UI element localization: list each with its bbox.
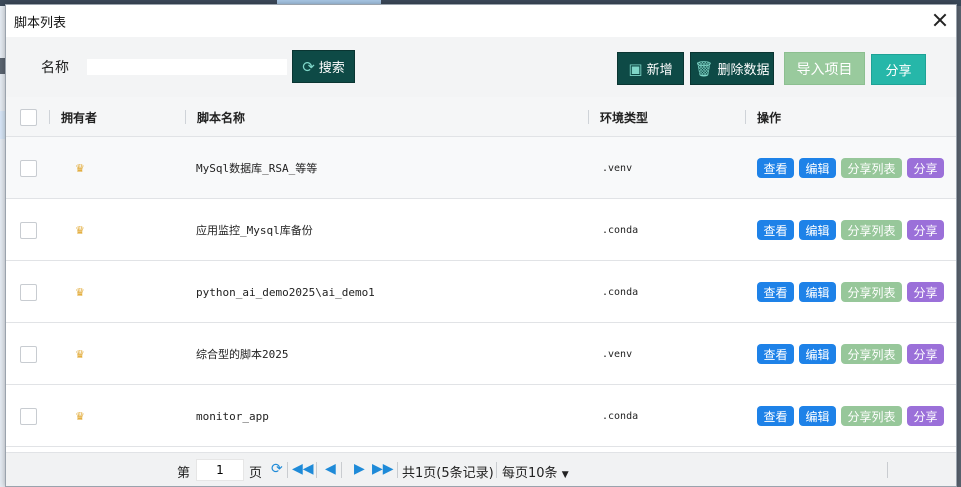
edit-button[interactable]: 编辑 (799, 282, 836, 302)
edit-button[interactable]: 编辑 (799, 344, 836, 364)
toolbar: 名称 ⟳ 搜索 ▣ 新增 🗑 删除数据 导入项目 分享 (6, 37, 956, 97)
view-button[interactable]: 查看 (757, 158, 794, 178)
owner-cell: ♛ (75, 199, 85, 261)
actions-cell: 查看 编辑 分享列表 分享 (757, 261, 944, 323)
crown-icon: ♛ (75, 409, 85, 423)
owner-cell: ♛ (75, 323, 85, 385)
env-type-cell: .venv (602, 348, 633, 360)
table-row: ♛ python_ai_demo2025\ai_demo1 .conda 查看 … (6, 261, 956, 323)
page-prefix: 第 (177, 466, 191, 481)
owner-cell: ♛ (75, 385, 85, 447)
row-checkbox[interactable] (20, 407, 37, 425)
table-row: ♛ monitor_app .conda 查看 编辑 分享列表 分享 (6, 385, 956, 447)
last-page-icon[interactable]: ▶▶ (372, 461, 394, 477)
delete-data-button[interactable]: 🗑 删除数据 (690, 52, 774, 85)
row-checkbox-cell (20, 137, 37, 199)
header-actions: 操作 (757, 110, 782, 125)
dialog-title: 脚本列表 (14, 15, 67, 31)
crown-icon: ♛ (75, 223, 85, 237)
trash-icon: 🗑 (694, 59, 714, 78)
delete-button-label: 删除数据 (717, 63, 770, 78)
row-checkbox-cell (20, 385, 37, 447)
script-name-cell: monitor_app (196, 409, 269, 423)
edit-button[interactable]: 编辑 (799, 158, 836, 178)
actions-cell: 查看 编辑 分享列表 分享 (757, 385, 944, 447)
share-button[interactable]: 分享 (871, 54, 926, 85)
row-checkbox[interactable] (20, 221, 37, 239)
script-name-cell: MySql数据库_RSA_等等 (196, 162, 318, 175)
share-list-button[interactable]: 分享列表 (841, 344, 902, 364)
crown-icon: ♛ (75, 347, 85, 361)
actions-cell: 查看 编辑 分享列表 分享 (757, 137, 944, 199)
crown-icon: ♛ (75, 161, 85, 175)
share-list-button[interactable]: 分享列表 (841, 220, 902, 240)
edit-button[interactable]: 编辑 (799, 406, 836, 426)
per-page-select[interactable]: 每页10条 ▼ (502, 462, 569, 481)
script-name-cell: python_ai_demo2025\ai_demo1 (196, 285, 375, 299)
search-button-label: 搜索 (318, 61, 345, 76)
select-all-checkbox[interactable] (20, 108, 37, 126)
row-share-button[interactable]: 分享 (907, 282, 944, 302)
add-button[interactable]: ▣ 新增 (617, 52, 684, 85)
view-button[interactable]: 查看 (757, 344, 794, 364)
header-env-type[interactable]: 环境类型 (600, 97, 648, 137)
actions-cell: 查看 编辑 分享列表 分享 (757, 323, 944, 385)
pagination-bar: 第 页 ⟳ ◀◀ ◀ ▶ ▶▶ 共1页(5条记录) 每页10条 ▼ (6, 452, 956, 486)
env-type-cell: .conda (602, 286, 639, 298)
name-search-input[interactable] (87, 59, 287, 75)
owner-cell: ♛ (75, 261, 85, 323)
table-body: ♛ MySql数据库_RSA_等等 .venv 查看 编辑 分享列表 分享 ♛ … (6, 137, 956, 447)
row-share-button[interactable]: 分享 (907, 406, 944, 426)
row-share-button[interactable]: 分享 (907, 344, 944, 364)
row-share-button[interactable]: 分享 (907, 158, 944, 178)
row-share-button[interactable]: 分享 (907, 220, 944, 240)
page-summary: 共1页(5条记录) (402, 466, 494, 481)
actions-cell: 查看 编辑 分享列表 分享 (757, 199, 944, 261)
env-type-cell: .venv (602, 162, 633, 174)
add-button-label: 新增 (646, 63, 673, 78)
page-suffix: 页 (249, 466, 263, 481)
row-checkbox-cell (20, 323, 37, 385)
script-name-cell: 综合型的脚本2025 (196, 348, 289, 361)
header-script-name[interactable]: 脚本名称 (197, 97, 245, 137)
env-type-cell: .conda (602, 224, 639, 236)
owner-cell: ♛ (75, 137, 85, 199)
view-button[interactable]: 查看 (757, 406, 794, 426)
chevron-down-icon: ▼ (561, 470, 569, 480)
import-project-button[interactable]: 导入项目 (784, 52, 865, 85)
select-all-cell (20, 97, 37, 137)
script-list-dialog: 脚本列表 名称 ⟳ 搜索 ▣ 新增 🗑 删除数据 导入项目 分享 拥有者 脚本名… (5, 4, 957, 487)
script-name-cell: 应用监控_Mysql库备份 (196, 224, 313, 237)
dialog-title-bar: 脚本列表 (6, 5, 956, 37)
close-icon[interactable] (932, 12, 948, 28)
row-checkbox[interactable] (20, 283, 37, 301)
save-icon: ▣ (628, 59, 643, 78)
search-button[interactable]: ⟳ 搜索 (292, 50, 355, 83)
table-header: 拥有者 脚本名称 环境类型 操作 (6, 97, 956, 137)
row-checkbox-cell (20, 199, 37, 261)
table-row: ♛ 综合型的脚本2025 .venv 查看 编辑 分享列表 分享 (6, 323, 956, 385)
table-row: ♛ MySql数据库_RSA_等等 .venv 查看 编辑 分享列表 分享 (6, 137, 956, 199)
share-list-button[interactable]: 分享列表 (841, 406, 902, 426)
next-page-icon[interactable]: ▶ (354, 461, 365, 477)
row-checkbox[interactable] (20, 345, 37, 363)
refresh-icon: ⟳ (302, 57, 315, 76)
page-number-input[interactable] (196, 459, 244, 481)
first-page-icon[interactable]: ◀◀ (292, 461, 314, 477)
prev-page-icon[interactable]: ◀ (325, 461, 336, 477)
table-row: ♛ 应用监控_Mysql库备份 .conda 查看 编辑 分享列表 分享 (6, 199, 956, 261)
header-owner[interactable]: 拥有者 (61, 97, 97, 137)
share-list-button[interactable]: 分享列表 (841, 158, 902, 178)
view-button[interactable]: 查看 (757, 282, 794, 302)
share-list-button[interactable]: 分享列表 (841, 282, 902, 302)
edit-button[interactable]: 编辑 (799, 220, 836, 240)
per-page-label: 每页10条 (502, 466, 558, 481)
crown-icon: ♛ (75, 285, 85, 299)
env-type-cell: .conda (602, 410, 639, 422)
refresh-icon[interactable]: ⟳ (271, 461, 283, 477)
view-button[interactable]: 查看 (757, 220, 794, 240)
row-checkbox[interactable] (20, 159, 37, 177)
row-checkbox-cell (20, 261, 37, 323)
name-label: 名称 (41, 60, 69, 76)
